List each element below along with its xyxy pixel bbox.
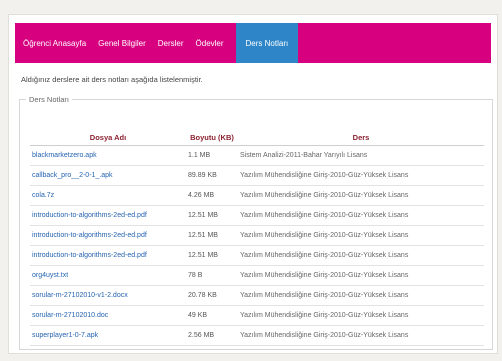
page-background: Öğrenci Anasayfa Genel Bilgiler Dersler … bbox=[0, 0, 502, 361]
fieldset-legend: Ders Notları bbox=[29, 95, 70, 104]
file-name-cell: superplayer1-0-7.apk bbox=[30, 325, 186, 346]
course-cell: Yazılım Mühendisliğine Giriş-2010-Güz-Yü… bbox=[238, 265, 484, 286]
intro-text: Aldığınız derslere ait ders notları aşağ… bbox=[21, 75, 203, 84]
course-cell: Sistem Analizi-2011-Bahar Yarıyılı Lisan… bbox=[238, 145, 484, 166]
file-link[interactable]: superplayer1-0-7.apk bbox=[32, 332, 98, 339]
nav-item-courses[interactable]: Dersler bbox=[158, 39, 184, 48]
table-row: cola.7z 4.26 MB Yazılım Mühendisliğine G… bbox=[30, 185, 484, 206]
column-header-file-name: Dosya Adı bbox=[30, 130, 186, 146]
course-cell: Yazılım Mühendisliğine Giriş-2010-Güz-Yü… bbox=[238, 205, 484, 226]
nav-item-general-info[interactable]: Genel Bilgiler bbox=[98, 39, 146, 48]
file-size-cell: 1.1 MB bbox=[186, 145, 238, 166]
column-header-size: Boyutu (KB) bbox=[186, 130, 238, 146]
file-link[interactable]: introduction-to-algorithms-2ed-ed.pdf bbox=[32, 252, 147, 259]
file-size-cell: 12.51 MB bbox=[186, 245, 238, 266]
course-cell: Yazılım Mühendisliğine Giriş-2010-Güz-Yü… bbox=[238, 285, 484, 306]
nav-item-assignments[interactable]: Ödevler bbox=[196, 39, 224, 48]
table-row: introduction-to-algorithms-2ed-ed.pdf 12… bbox=[30, 205, 484, 226]
file-size-cell: 89.89 KB bbox=[186, 165, 238, 186]
nav-item-student-home[interactable]: Öğrenci Anasayfa bbox=[23, 39, 86, 48]
file-name-cell: introduction-to-algorithms-2ed-ed.pdf bbox=[30, 245, 186, 266]
table-row: org4uyst.txt 78 B Yazılım Mühendisliğine… bbox=[30, 265, 484, 286]
course-cell: Yazılım Mühendisliğine Giriş-2010-Güz-Yü… bbox=[238, 305, 484, 326]
file-name-cell: sorular-m-27102010-v1-2.docx bbox=[30, 285, 186, 306]
table-row: callback_pro__2-0-1_.apk 89.89 KB Yazılı… bbox=[30, 165, 484, 186]
file-link[interactable]: introduction-to-algorithms-2ed-ed.pdf bbox=[32, 232, 147, 239]
course-cell: Yazılım Mühendisliğine Giriş-2010-Güz-Yü… bbox=[238, 245, 484, 266]
table-row: blackmarketzero.apk 1.1 MB Sistem Analiz… bbox=[30, 145, 484, 166]
table-row: superplayer1-0-7.apk 2.56 MB Yazılım Müh… bbox=[30, 325, 484, 346]
table-row: introduction-to-algorithms-2ed-ed.pdf 12… bbox=[30, 245, 484, 266]
table-header-row: Dosya Adı Boyutu (KB) Ders bbox=[30, 130, 484, 146]
course-cell: Yazılım Mühendisliğine Giriş-2010-Güz-Yü… bbox=[238, 325, 484, 346]
file-link[interactable]: callback_pro__2-0-1_.apk bbox=[32, 172, 113, 179]
file-name-cell: callback_pro__2-0-1_.apk bbox=[30, 165, 186, 186]
file-name-cell: org4uyst.txt bbox=[30, 265, 186, 286]
course-cell: Yazılım Mühendisliğine Giriş-2010-Güz-Yü… bbox=[238, 225, 484, 246]
file-size-cell: 2.56 MB bbox=[186, 325, 238, 346]
file-link[interactable]: sorular-m-27102010.doc bbox=[32, 312, 108, 319]
column-header-course: Ders bbox=[238, 130, 484, 146]
file-name-cell: introduction-to-algorithms-2ed-ed.pdf bbox=[30, 225, 186, 246]
file-name-cell: introduction-to-algorithms-2ed-ed.pdf bbox=[30, 205, 186, 226]
course-cell: Yazılım Mühendisliğine Giriş-2010-Güz-Yü… bbox=[238, 185, 484, 206]
course-cell: Yazılım Mühendisliğine Giriş-2010-Güz-Yü… bbox=[238, 165, 484, 186]
file-link[interactable]: org4uyst.txt bbox=[32, 272, 68, 279]
file-link[interactable]: sorular-m-27102010-v1-2.docx bbox=[32, 292, 128, 299]
file-size-cell: 78 B bbox=[186, 265, 238, 286]
nav-item-course-notes[interactable]: Ders Notları bbox=[235, 23, 299, 63]
file-name-cell: blackmarketzero.apk bbox=[30, 145, 186, 166]
table-row: sorular-m-27102010.doc 49 KB Yazılım Müh… bbox=[30, 305, 484, 326]
table-row: introduction-to-algorithms-2ed-ed.pdf 12… bbox=[30, 225, 484, 246]
file-size-cell: 4.26 MB bbox=[186, 185, 238, 206]
file-name-cell: sorular-m-27102010.doc bbox=[30, 305, 186, 326]
content-panel: Öğrenci Anasayfa Genel Bilgiler Dersler … bbox=[8, 14, 498, 354]
main-nav: Öğrenci Anasayfa Genel Bilgiler Dersler … bbox=[15, 23, 491, 63]
file-link[interactable]: cola.7z bbox=[32, 192, 54, 199]
file-size-cell: 49 KB bbox=[186, 305, 238, 326]
file-link[interactable]: introduction-to-algorithms-2ed-ed.pdf bbox=[32, 212, 147, 219]
file-link[interactable]: blackmarketzero.apk bbox=[32, 152, 97, 159]
course-notes-fieldset: Ders Notları Dosya Adı Boyutu (KB) Ders bbox=[19, 95, 493, 350]
table-row: sorular-m-27102010-v1-2.docx 20.78 KB Ya… bbox=[30, 285, 484, 306]
file-size-cell: 12.51 MB bbox=[186, 225, 238, 246]
file-name-cell: cola.7z bbox=[30, 185, 186, 206]
file-size-cell: 20.78 KB bbox=[186, 285, 238, 306]
file-size-cell: 12.51 MB bbox=[186, 205, 238, 226]
files-table: Dosya Adı Boyutu (KB) Ders blackmarketze… bbox=[30, 130, 484, 346]
